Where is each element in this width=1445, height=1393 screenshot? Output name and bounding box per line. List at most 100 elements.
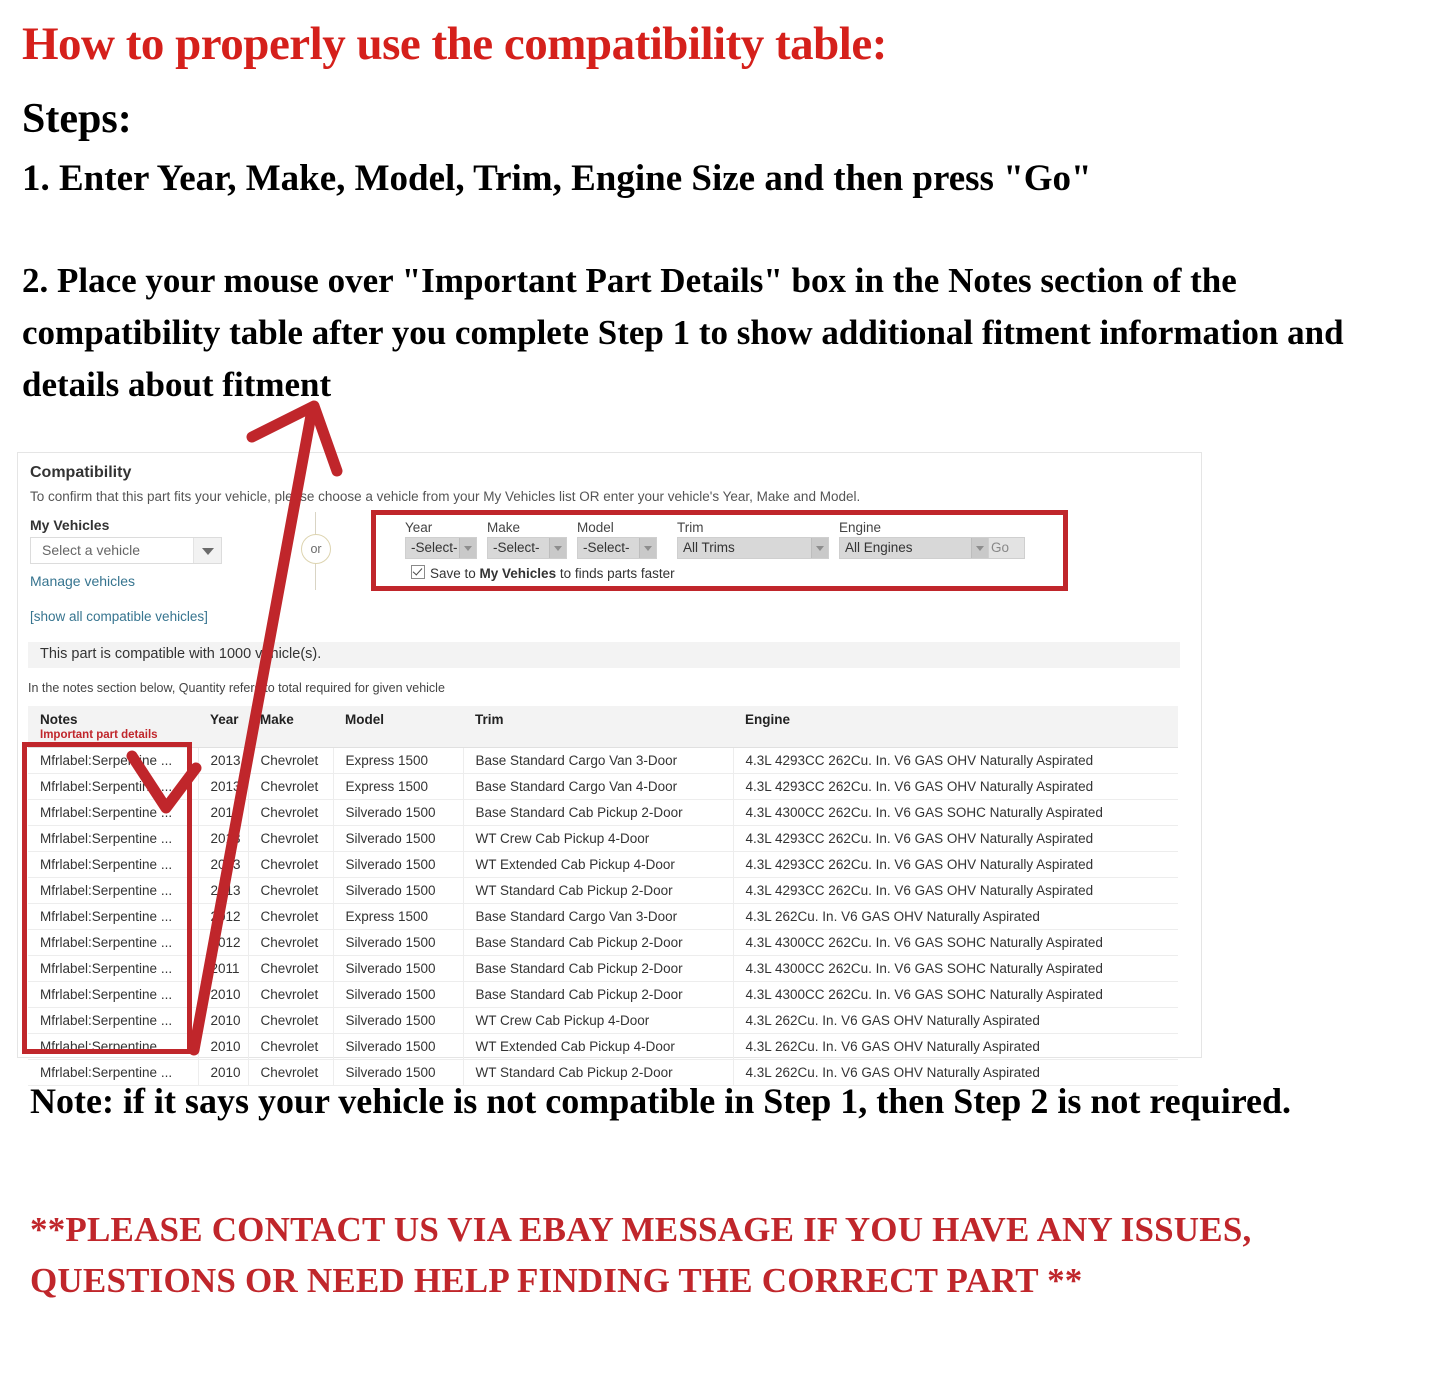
important-part-details-label[interactable]: Important part details (40, 729, 198, 741)
table-body: Mfrlabel:Serpentine ... 2013 Chevrolet Expr… (28, 747, 1178, 1086)
field-engine: Engine All Engines (839, 520, 989, 559)
or-divider-label: or (301, 534, 331, 564)
field-label-engine: Engine (839, 520, 882, 535)
cell-year: 2011 (198, 955, 249, 982)
cell-notes[interactable]: Mfrlabel:Serpentine ... (28, 903, 199, 930)
step-2-text: 2. Place your mouse over "Important Part… (22, 261, 1344, 404)
table-header-year: Year (198, 706, 248, 748)
cell-engine: 4.3L 4293CC 262Cu. In. V6 GAS OHV Natura… (733, 877, 1178, 904)
cell-model: Silverado 1500 (333, 929, 464, 956)
cell-trim: Base Standard Cargo Van 4-Door (463, 773, 734, 800)
cell-notes[interactable]: Mfrlabel:Serpentine ... (28, 747, 199, 774)
cell-make: Chevrolet (248, 955, 334, 982)
field-label-trim: Trim (677, 520, 704, 535)
cell-notes[interactable]: Mfrlabel:Serpentine ... (28, 773, 199, 800)
cell-model: Silverado 1500 (333, 799, 464, 826)
cell-trim: Base Standard Cab Pickup 2-Door (463, 799, 734, 826)
table-row: Mfrlabel:Serpentine ... 2011 Chevrolet Silv… (28, 955, 1178, 982)
cell-notes[interactable]: Mfrlabel:Serpentine ... (28, 955, 199, 982)
cell-notes[interactable]: Mfrlabel:Serpentine ... (28, 981, 199, 1008)
show-all-compatible-vehicles-link[interactable]: [show all compatible vehicles] (30, 609, 208, 624)
cell-model: Silverado 1500 (333, 877, 464, 904)
field-label-model: Model (577, 520, 614, 535)
cell-model: Express 1500 (333, 773, 464, 800)
cell-make: Chevrolet (248, 903, 334, 930)
table-row: Mfrlabel:Serpentine ... 2010 Chevrolet Silv… (28, 1033, 1178, 1060)
cell-model: Silverado 1500 (333, 825, 464, 852)
cell-trim: WT Crew Cab Pickup 4-Door (463, 825, 734, 852)
cell-make: Chevrolet (248, 747, 334, 774)
cell-make: Chevrolet (248, 851, 334, 878)
cell-model: Silverado 1500 (333, 955, 464, 982)
table-row: Mfrlabel:Serpentine ... 2010 Chevrolet Silv… (28, 981, 1178, 1008)
cell-notes[interactable]: Mfrlabel:Serpentine ... (28, 929, 199, 956)
cell-notes[interactable]: Mfrlabel:Serpentine ... (28, 1007, 199, 1034)
table-header-trim: Trim (463, 706, 733, 748)
cell-engine: 4.3L 4293CC 262Cu. In. V6 GAS OHV Natura… (733, 747, 1178, 774)
manage-vehicles-link[interactable]: Manage vehicles (30, 573, 135, 589)
chevron-down-icon[interactable] (459, 538, 476, 558)
chevron-down-icon[interactable] (639, 538, 656, 558)
dropdown-value-engine: All Engines (845, 540, 913, 555)
table-row: Mfrlabel:Serpentine ... 2012 Chevrolet Expr… (28, 903, 1178, 930)
chevron-down-icon[interactable] (193, 538, 221, 563)
cell-year: 2013 (198, 747, 249, 774)
chevron-down-icon[interactable] (811, 538, 828, 558)
cell-trim: WT Crew Cab Pickup 4-Door (463, 1007, 734, 1034)
checkbox-icon[interactable] (411, 565, 425, 579)
compatibility-subtitle: To confirm that this part fits your vehi… (30, 489, 861, 504)
field-year: Year -Select- (405, 520, 477, 559)
vehicle-select[interactable]: Select a vehicle (30, 537, 222, 564)
cell-engine: 4.3L 262Cu. In. V6 GAS OHV Naturally Asp… (733, 1033, 1178, 1060)
cell-trim: Base Standard Cargo Van 3-Door (463, 747, 734, 774)
cell-year: 2013 (198, 825, 249, 852)
cell-trim: Base Standard Cab Pickup 2-Door (463, 981, 734, 1008)
cell-notes[interactable]: Mfrlabel:Serpentine ... (28, 1033, 199, 1060)
cell-model: Express 1500 (333, 903, 464, 930)
dropdown-trim[interactable]: All Trims (677, 537, 829, 559)
chevron-down-icon[interactable] (549, 538, 566, 558)
dropdown-engine[interactable]: All Engines (839, 537, 989, 559)
cell-notes[interactable]: Mfrlabel:Serpentine ... (28, 877, 199, 904)
or-divider: or (296, 512, 336, 590)
cell-make: Chevrolet (248, 799, 334, 826)
cell-year: 2010 (198, 981, 249, 1008)
cell-model: Silverado 1500 (333, 1033, 464, 1060)
cell-engine: 4.3L 4300CC 262Cu. In. V6 GAS SOHC Natur… (733, 955, 1178, 982)
table-row: Mfrlabel:Serpentine ... 2013 Chevrolet Expr… (28, 747, 1178, 774)
compatible-count-text: This part is compatible with 1000 vehicl… (40, 646, 322, 662)
cell-engine: 4.3L 262Cu. In. V6 GAS OHV Naturally Asp… (733, 903, 1178, 930)
contact-text: **PLEASE CONTACT US VIA EBAY MESSAGE IF … (30, 1210, 1252, 1300)
table-header-model: Model (333, 706, 463, 748)
cell-engine: 4.3L 4293CC 262Cu. In. V6 GAS OHV Natura… (733, 773, 1178, 800)
dropdown-model[interactable]: -Select- (577, 537, 657, 559)
cell-engine: 4.3L 4293CC 262Cu. In. V6 GAS OHV Natura… (733, 825, 1178, 852)
cell-year: 2010 (198, 1007, 249, 1034)
cell-engine: 4.3L 4293CC 262Cu. In. V6 GAS OHV Natura… (733, 851, 1178, 878)
table-row: Mfrlabel:Serpentine ... 2013 Chevrolet Silv… (28, 799, 1178, 826)
dropdown-make[interactable]: -Select- (487, 537, 567, 559)
cell-engine: 4.3L 262Cu. In. V6 GAS OHV Naturally Asp… (733, 1007, 1178, 1034)
cell-model: Silverado 1500 (333, 851, 464, 878)
table-row: Mfrlabel:Serpentine ... 2013 Chevrolet Expr… (28, 773, 1178, 800)
cell-model: Silverado 1500 (333, 981, 464, 1008)
save-bold: My Vehicles (479, 566, 557, 581)
save-to-my-vehicles-checkbox[interactable]: Save to My Vehicles to finds parts faste… (411, 564, 675, 581)
cell-notes[interactable]: Mfrlabel:Serpentine ... (28, 825, 199, 852)
cell-year: 2013 (198, 773, 249, 800)
table-header-make: Make (248, 706, 333, 748)
cell-year: 2012 (198, 929, 249, 956)
dropdown-year[interactable]: -Select- (405, 537, 477, 559)
note-text: Note: if it says your vehicle is not com… (30, 1081, 1292, 1121)
cell-engine: 4.3L 4300CC 262Cu. In. V6 GAS SOHC Natur… (733, 799, 1178, 826)
table-header-row: Notes Important part details Year Make Model… (28, 706, 1178, 748)
chevron-down-icon[interactable] (971, 538, 988, 558)
table-row: Mfrlabel:Serpentine ... 2013 Chevrolet Silv… (28, 851, 1178, 878)
cell-make: Chevrolet (248, 773, 334, 800)
cell-year: 2012 (198, 903, 249, 930)
cell-year: 2013 (198, 799, 249, 826)
cell-notes[interactable]: Mfrlabel:Serpentine ... (28, 851, 199, 878)
cell-engine: 4.3L 4300CC 262Cu. In. V6 GAS SOHC Natur… (733, 981, 1178, 1008)
cell-notes[interactable]: Mfrlabel:Serpentine ... (28, 799, 199, 826)
field-make: Make -Select- (487, 520, 567, 559)
